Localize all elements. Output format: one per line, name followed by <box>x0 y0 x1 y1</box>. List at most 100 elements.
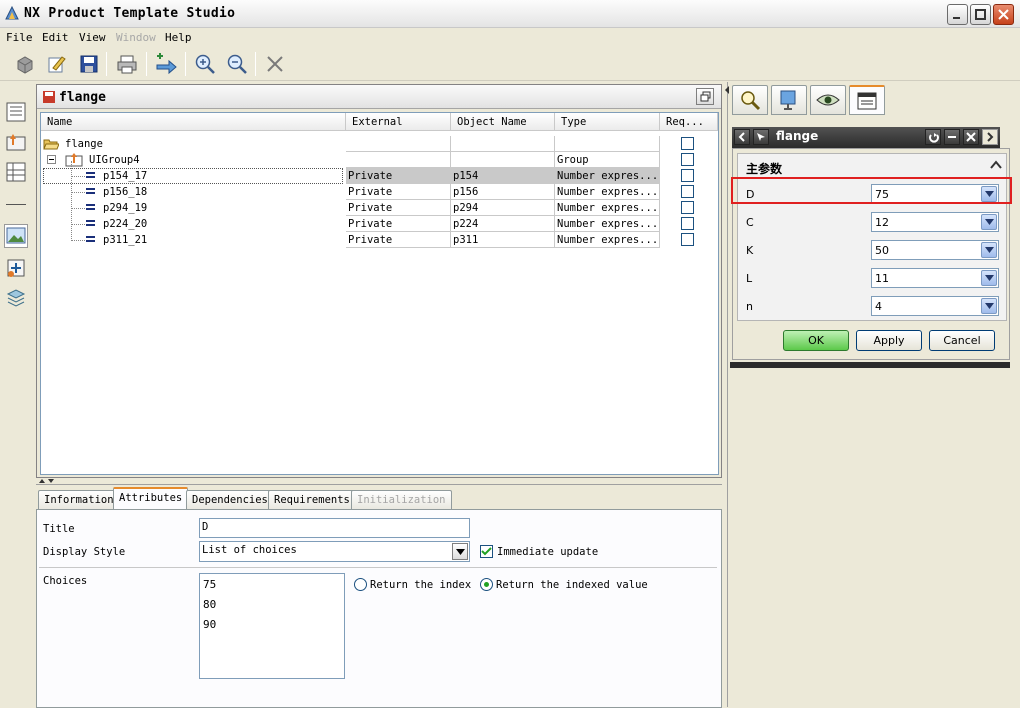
close-button[interactable] <box>993 4 1014 25</box>
toolbar-delete-button[interactable] <box>262 51 288 77</box>
app-icon <box>5 5 19 20</box>
left-tool-list[interactable] <box>4 100 28 124</box>
param-label: L <box>746 272 753 285</box>
cancel-button[interactable]: Cancel <box>929 330 995 351</box>
param-n-select[interactable]: 4 <box>871 296 999 316</box>
left-tool-image[interactable] <box>4 224 28 248</box>
chevron-down-icon <box>455 548 465 555</box>
toolbar-add-step-button[interactable] <box>153 51 179 77</box>
row-external: Private <box>346 184 451 200</box>
right-tab-search[interactable] <box>732 85 768 115</box>
required-checkbox[interactable] <box>681 169 694 182</box>
menu-file[interactable]: File <box>6 31 33 44</box>
toolbar-save-button[interactable] <box>76 51 102 77</box>
column-header-name[interactable]: Name <box>41 113 346 131</box>
tab-dependencies[interactable]: Dependencies <box>186 490 274 509</box>
choice-item[interactable]: 90 <box>203 618 344 638</box>
param-l-select[interactable]: 11 <box>871 268 999 288</box>
param-k-select[interactable]: 50 <box>871 240 999 260</box>
column-header-external[interactable]: External <box>346 113 451 131</box>
restore-panel-button[interactable] <box>696 88 714 105</box>
required-checkbox[interactable] <box>681 153 694 166</box>
chevron-left-icon <box>738 132 745 142</box>
expression-icon <box>86 188 95 194</box>
tab-attributes[interactable]: Attributes <box>113 487 189 510</box>
dialog-close-button[interactable] <box>963 129 979 145</box>
display-style-dropdown-button[interactable] <box>452 543 468 560</box>
ok-button[interactable]: OK <box>783 330 849 351</box>
required-checkbox[interactable] <box>681 233 694 246</box>
collapse-left-icon[interactable] <box>724 85 730 95</box>
required-checkbox[interactable] <box>681 201 694 214</box>
immediate-update-label: Immediate update <box>497 546 599 558</box>
param-label: K <box>746 244 754 257</box>
collapse-icon[interactable] <box>47 155 56 164</box>
param-c-select[interactable]: 12 <box>871 212 999 232</box>
choices-list[interactable]: 75 80 90 <box>199 573 345 679</box>
dialog-reset-button[interactable] <box>925 129 941 145</box>
menu-help[interactable]: Help <box>165 31 192 44</box>
add-step-icon <box>156 53 177 75</box>
toolbar-zoom-in-button[interactable] <box>192 51 218 77</box>
param-dropdown-button[interactable] <box>981 242 997 258</box>
dialog-select-button[interactable] <box>753 129 769 145</box>
right-tab-dialog[interactable] <box>849 85 885 115</box>
tree-row-uigroup4[interactable]: UIGroup4 Group <box>41 152 718 168</box>
title-input[interactable]: D <box>199 518 470 538</box>
apply-button[interactable]: Apply <box>856 330 922 351</box>
expression-icon <box>86 220 95 226</box>
right-tab-display[interactable] <box>771 85 807 115</box>
display-style-select[interactable]: List of choices <box>199 541 470 562</box>
param-dropdown-button[interactable] <box>981 298 997 314</box>
return-index-radio[interactable] <box>354 578 367 591</box>
return-indexed-value-radio[interactable] <box>480 578 493 591</box>
tree-row-flange[interactable]: flange <box>41 136 718 152</box>
column-header-type[interactable]: Type <box>555 113 660 131</box>
tab-information[interactable]: Information <box>38 490 120 509</box>
toolbar-zoom-out-button[interactable] <box>224 51 250 77</box>
dialog-back-button[interactable] <box>734 129 750 145</box>
tree-row-p224-20[interactable]: p224_20 Private p224 Number expres... <box>41 216 718 232</box>
main-toolbar <box>0 47 1020 81</box>
menu-view[interactable]: View <box>79 31 106 44</box>
param-value: 4 <box>875 300 882 313</box>
tree-row-p156-18[interactable]: p156_18 Private p156 Number expres... <box>41 184 718 200</box>
param-dropdown-button[interactable] <box>981 214 997 230</box>
dialog-minimize-button[interactable] <box>944 129 960 145</box>
left-tool-add-part[interactable] <box>4 256 28 280</box>
left-tool-layers[interactable] <box>4 286 28 310</box>
menu-edit[interactable]: Edit <box>42 31 69 44</box>
column-header-required[interactable]: Req... <box>660 113 718 131</box>
column-header-object-name[interactable]: Object Name <box>451 113 555 131</box>
left-tool-group[interactable] <box>4 130 28 154</box>
param-dropdown-button[interactable] <box>981 270 997 286</box>
row-object: p311 <box>451 232 555 248</box>
title-input-value: D <box>202 521 209 533</box>
tree-row-p311-21[interactable]: p311_21 Private p311 Number expres... <box>41 232 718 248</box>
choice-item[interactable]: 75 <box>203 578 344 598</box>
left-tool-table[interactable] <box>4 160 28 184</box>
toolbar-print-button[interactable] <box>114 51 140 77</box>
tab-requirements[interactable]: Requirements <box>268 490 356 509</box>
tree-row-p294-19[interactable]: p294_19 Private p294 Number expres... <box>41 200 718 216</box>
required-checkbox[interactable] <box>681 185 694 198</box>
eye-icon <box>816 94 840 106</box>
table-icon <box>6 162 26 182</box>
minimize-button[interactable] <box>947 4 968 25</box>
param-row-c: C 12 <box>738 208 1006 236</box>
required-checkbox[interactable] <box>681 217 694 230</box>
immediate-update-checkbox[interactable] <box>480 545 493 558</box>
toolbar-edit-button[interactable] <box>44 51 70 77</box>
required-checkbox[interactable] <box>681 137 694 150</box>
maximize-button[interactable] <box>970 4 991 25</box>
chevron-up-icon[interactable] <box>990 160 1002 169</box>
row-external <box>346 136 451 152</box>
group-title: 主参数 <box>746 162 783 176</box>
dialog-forward-button[interactable] <box>982 129 998 145</box>
toolbar-cube-button[interactable] <box>12 51 38 77</box>
right-tab-visibility[interactable] <box>810 85 846 115</box>
list-view-icon <box>6 102 26 122</box>
tree-row-p154-17[interactable]: p154_17 Private p154 Number expres... <box>41 168 718 184</box>
choice-item[interactable]: 80 <box>203 598 344 618</box>
row-external: Private <box>346 168 451 184</box>
